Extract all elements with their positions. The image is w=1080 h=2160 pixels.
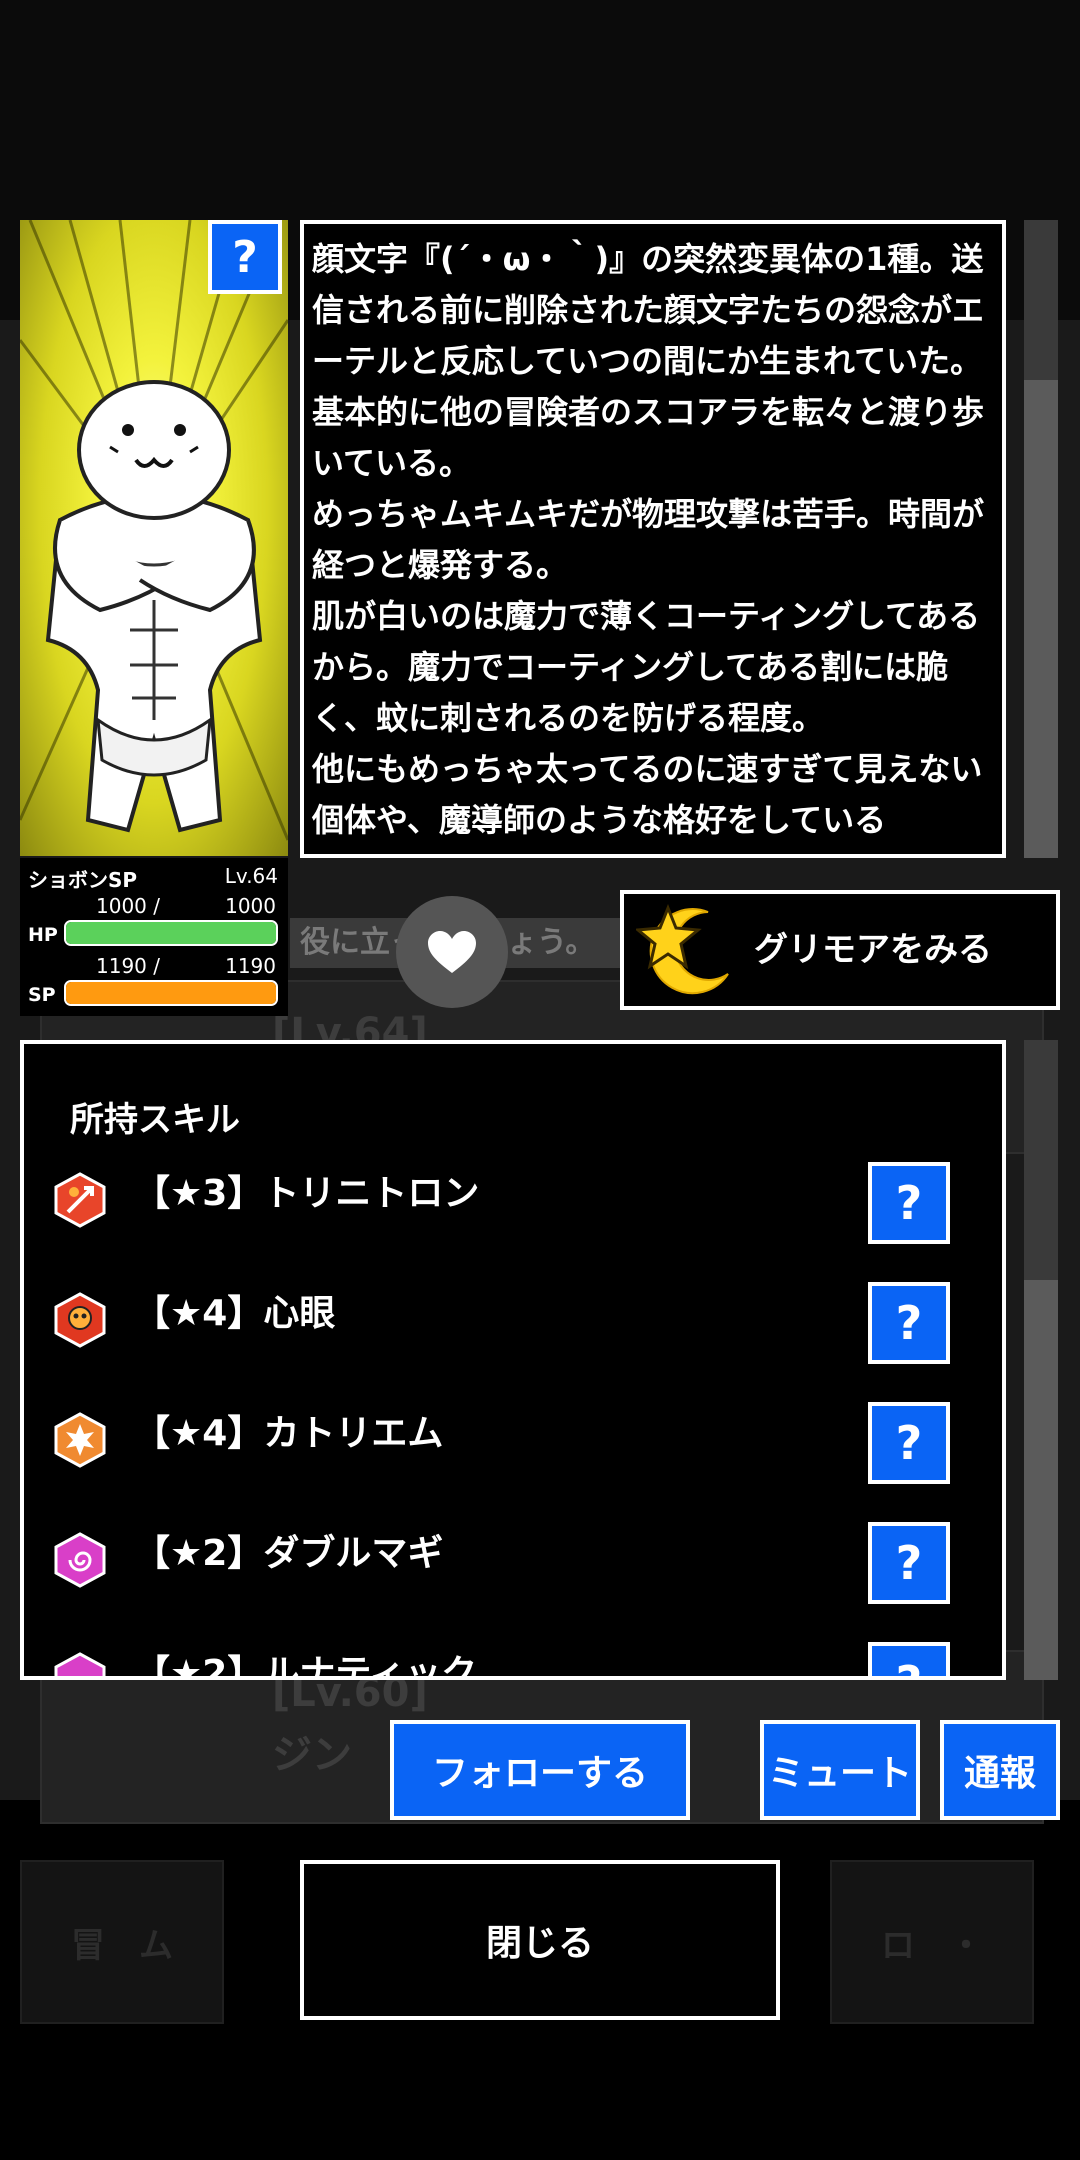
skills-scrollbar[interactable] [1024, 1040, 1058, 1680]
character-stats: ショボンSP Lv.64 1000 / 1000 HP 1190 / 1190 … [20, 858, 288, 1016]
sp-current: 1190 / [96, 954, 160, 978]
report-button[interactable]: 通報 [940, 1720, 1060, 1820]
character-portrait [20, 220, 288, 856]
magic-swirl-icon [54, 1532, 106, 1588]
hp-current: 1000 / [96, 894, 160, 918]
character-illustration [20, 220, 288, 841]
bg-name-text: ジン [272, 1732, 352, 1778]
question-icon: ? [895, 1416, 923, 1470]
skill-name: 【★4】心眼 [134, 1293, 336, 1334]
question-icon: ? [895, 1176, 923, 1230]
skill-help-button[interactable]: ? [868, 1162, 950, 1244]
skill-help-button[interactable]: ? [868, 1402, 950, 1484]
star-moon-icon [636, 904, 729, 995]
burst-icon [54, 1412, 106, 1468]
sp-max: 1190 [225, 954, 276, 978]
description-scrollbar-thumb[interactable] [1024, 220, 1058, 380]
portrait-help-button[interactable]: ? [208, 220, 282, 294]
close-button[interactable]: 閉じる [300, 1860, 780, 2020]
hp-max: 1000 [225, 894, 276, 918]
question-icon: ? [895, 1536, 923, 1590]
skills-scrollbar-thumb[interactable] [1024, 1040, 1058, 1280]
follow-button[interactable]: フォローする [390, 1720, 690, 1820]
bg-bottom-button: ロ ・ [830, 1860, 1034, 2024]
question-icon: ? [232, 231, 258, 283]
bg-bottom-button: 冒 ム [20, 1860, 224, 2024]
moon-magic-icon [54, 1652, 106, 1676]
skill-row: 【★3】トリニトロン ? [24, 1162, 1002, 1262]
sp-label: SP [28, 984, 56, 1006]
description-panel[interactable]: 顔文字『(´・ω・｀)』の突然変異体の1種。送信される前に削除された顔文字たちの… [300, 220, 1006, 858]
skill-help-button[interactable]: ? [868, 1522, 950, 1604]
skills-title: 所持スキル [70, 1100, 240, 1140]
view-grimoire-label: グリモアをみる [754, 930, 992, 970]
sp-bar-fill [66, 982, 276, 1004]
skill-name: 【★2】ルナティック [134, 1653, 478, 1680]
character-name: ショボンSP [28, 868, 138, 892]
skill-help-button[interactable]: ? [868, 1282, 950, 1364]
eye-icon [54, 1292, 106, 1348]
character-level: Lv.64 [224, 864, 278, 888]
question-icon: ? [896, 1656, 923, 1676]
sp-bar [64, 980, 278, 1006]
skill-name: 【★2】ダブルマギ [134, 1533, 444, 1574]
skill-help-button[interactable]: ? [868, 1642, 950, 1676]
skill-name: 【★3】トリニトロン [134, 1173, 480, 1214]
description-scrollbar[interactable] [1024, 220, 1058, 858]
fire-sword-icon [54, 1172, 106, 1228]
hp-label: HP [28, 924, 58, 946]
hp-bar-fill [66, 922, 276, 944]
skills-panel[interactable]: 所持スキル 【★3】トリニトロン ? 【★4】心眼 ? 【★4】カトリエム ? [20, 1040, 1006, 1680]
hp-bar [64, 920, 278, 946]
skill-row: 【★2】ダブルマギ ? [24, 1522, 1002, 1622]
mute-button[interactable]: ミュート [760, 1720, 920, 1820]
character-description: 顔文字『(´・ω・｀)』の突然変異体の1種。送信される前に削除された顔文字たちの… [312, 240, 985, 839]
like-button[interactable] [396, 896, 508, 1008]
heart-icon [428, 931, 476, 973]
question-icon: ? [895, 1296, 923, 1350]
skill-name: 【★4】カトリエム [134, 1413, 444, 1454]
view-grimoire-button[interactable]: グリモアをみる [620, 890, 1060, 1010]
skill-row: 【★4】カトリエム ? [24, 1402, 1002, 1502]
skill-row: 【★4】心眼 ? [24, 1282, 1002, 1382]
skill-row: 【★2】ルナティック ? [24, 1642, 1002, 1680]
